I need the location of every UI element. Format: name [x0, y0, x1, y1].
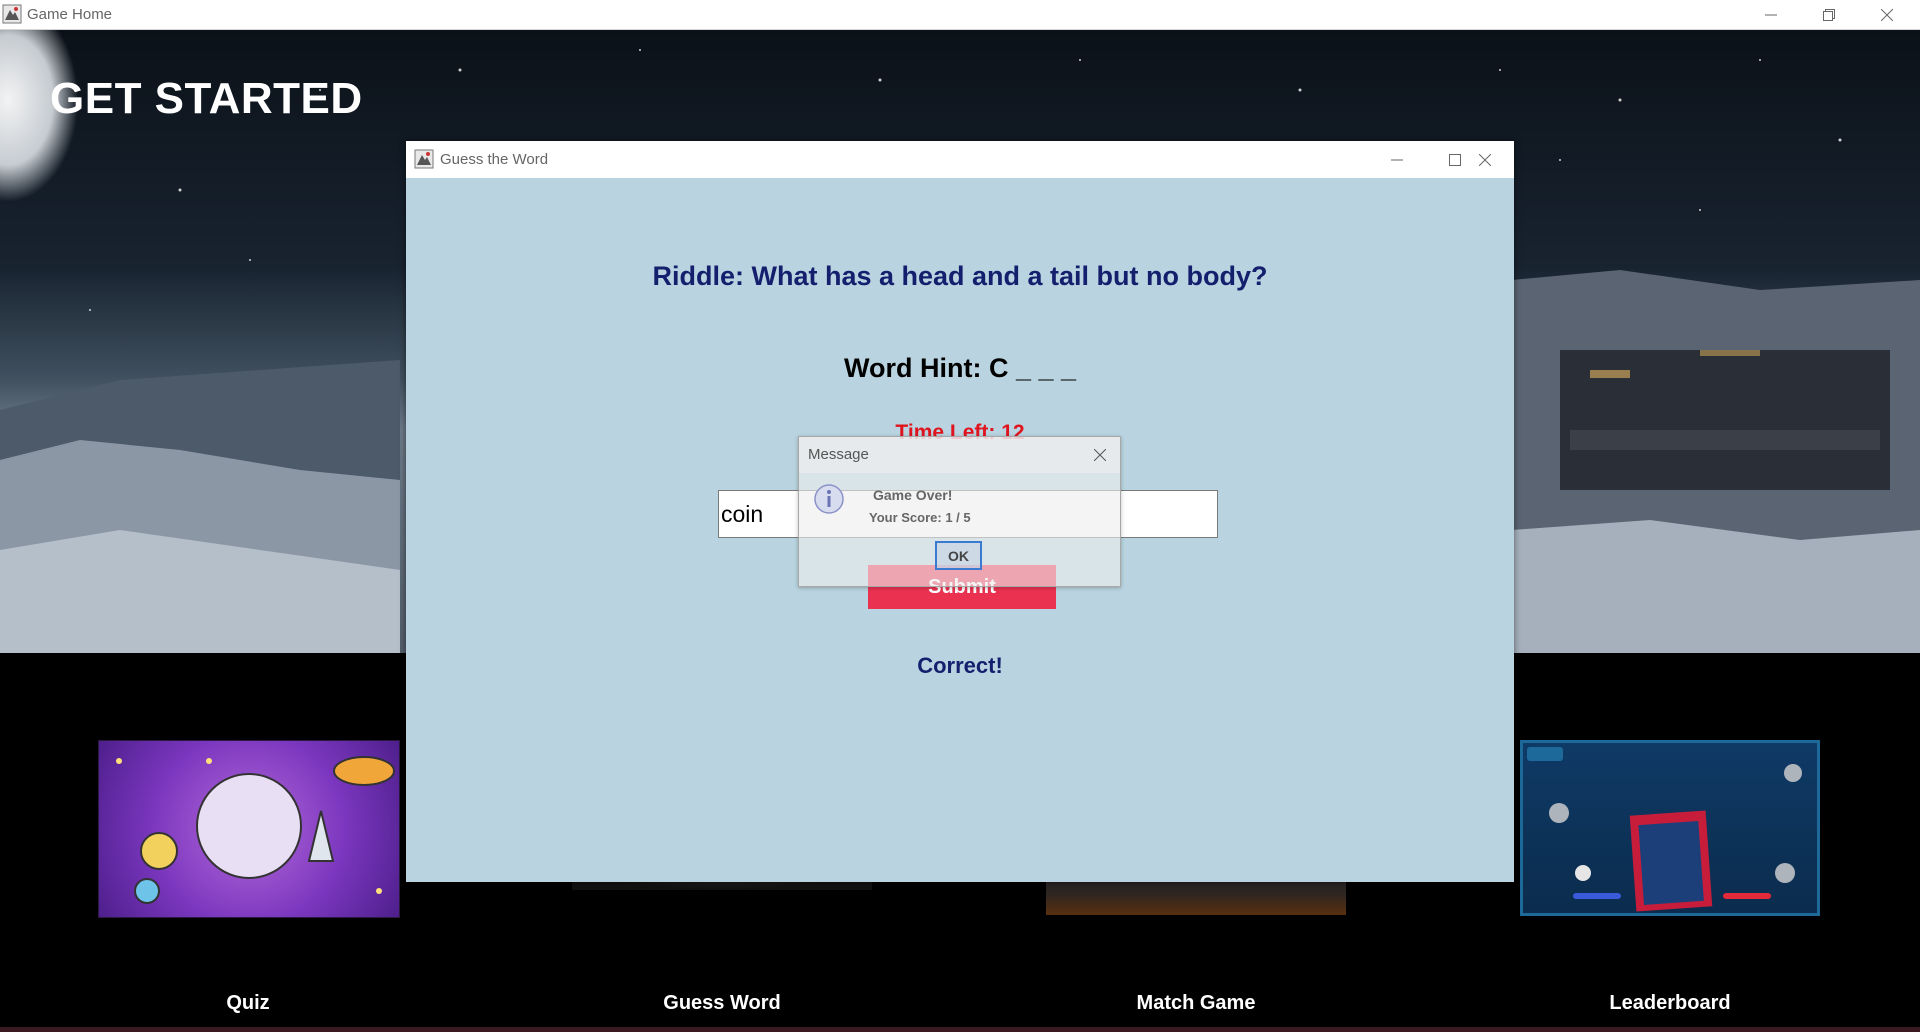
leaderboard-caption[interactable]: Leaderboard	[1520, 992, 1820, 1015]
leaderboard-tile[interactable]	[1520, 740, 1820, 916]
restore-icon	[1823, 8, 1835, 21]
hero-heading: GET STARTED	[50, 74, 363, 123]
minimize-icon	[1391, 159, 1403, 160]
guess-window-title: Guess the Word	[440, 151, 549, 168]
minimize-icon	[1765, 14, 1777, 15]
guess-close-button[interactable]	[1456, 141, 1514, 178]
quiz-tile[interactable]	[98, 740, 400, 918]
message-dialog: Message Game Over! Your Score: 1 / 5 OK	[798, 436, 1121, 587]
minimize-button[interactable]	[1742, 0, 1800, 29]
result-text: Correct!	[917, 653, 1003, 678]
ok-button[interactable]: OK	[935, 541, 982, 570]
message-close-button[interactable]	[1080, 437, 1120, 473]
guess-window-titlebar: Guess the Word	[406, 141, 1514, 178]
game-over-text: Game Over!	[873, 487, 953, 503]
app-icon	[2, 4, 22, 24]
guess-word-caption[interactable]: Guess Word	[572, 992, 872, 1015]
info-icon	[814, 484, 844, 514]
close-button[interactable]	[1858, 0, 1916, 29]
close-icon	[1094, 449, 1106, 461]
close-icon	[1881, 8, 1893, 21]
message-titlebar: Message	[799, 437, 1120, 473]
app-icon	[414, 149, 434, 169]
riddle-text: Riddle: What has a head and a tail but n…	[652, 261, 1268, 291]
close-icon	[1479, 153, 1491, 166]
restore-button[interactable]	[1800, 0, 1858, 29]
space-hopper-art	[1527, 747, 1802, 912]
word-hint: Word Hint: C _ _ _	[843, 353, 1077, 383]
main-window-title: Game Home	[27, 6, 113, 23]
space-trivia-art	[116, 756, 395, 904]
message-title: Message	[808, 446, 869, 463]
match-game-caption[interactable]: Match Game	[1046, 992, 1346, 1015]
quiz-caption[interactable]: Quiz	[98, 992, 398, 1015]
score-text: Your Score: 1 / 5	[869, 510, 971, 525]
main-titlebar: Game Home	[0, 0, 1920, 30]
bottom-border	[0, 1027, 1920, 1032]
guess-minimize-button[interactable]	[1368, 141, 1426, 178]
